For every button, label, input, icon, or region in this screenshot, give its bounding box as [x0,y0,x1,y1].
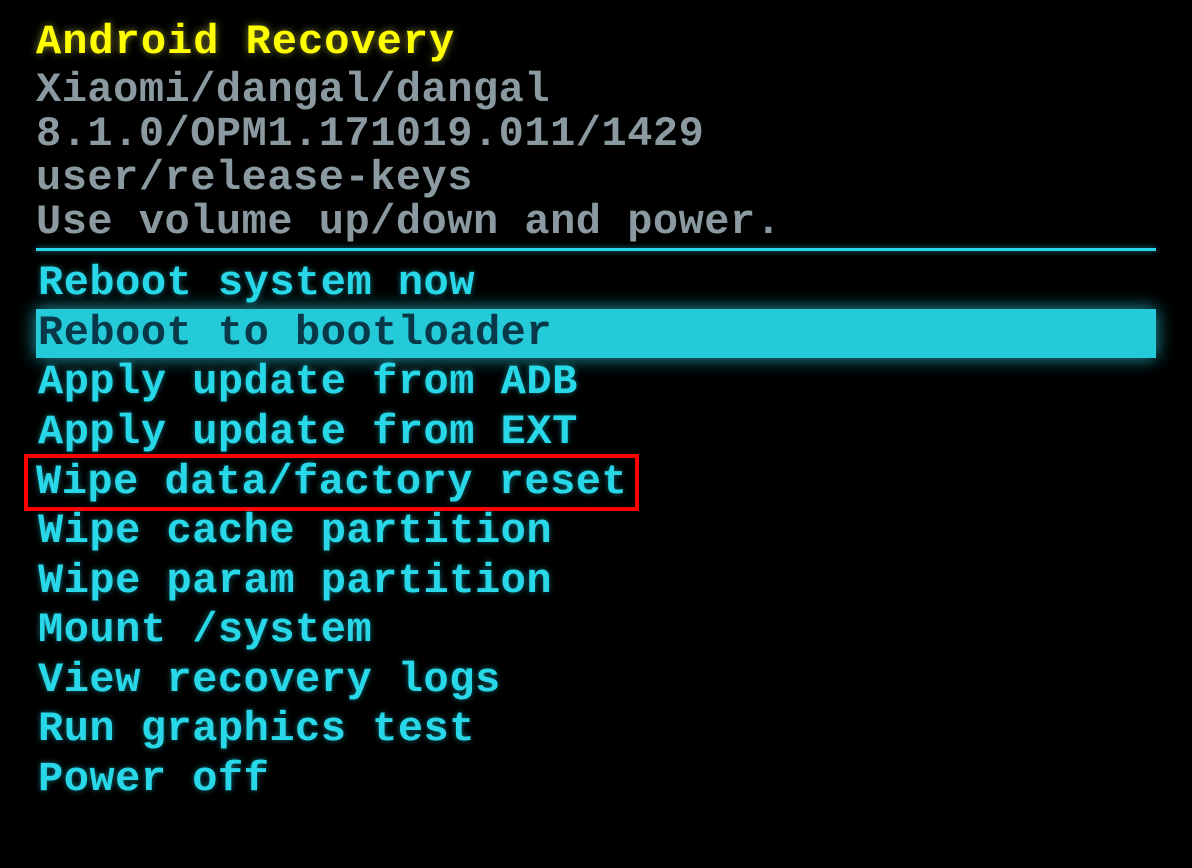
build-info: 8.1.0/OPM1.171019.011/1429 [36,112,1156,156]
instructions: Use volume up/down and power. [36,200,1156,244]
menu-mount-system[interactable]: Mount /system [36,606,1156,656]
menu-graphics-test[interactable]: Run graphics test [36,705,1156,755]
divider [36,248,1156,251]
menu-reboot-system[interactable]: Reboot system now [36,259,1156,309]
menu-wipe-data[interactable]: Wipe data/factory reset [24,454,639,512]
recovery-menu: Reboot system now Reboot to bootloader A… [36,259,1156,804]
menu-reboot-bootloader[interactable]: Reboot to bootloader [36,309,1156,359]
recovery-title: Android Recovery [36,18,1156,66]
menu-view-logs[interactable]: View recovery logs [36,656,1156,706]
menu-power-off[interactable]: Power off [36,755,1156,805]
menu-wipe-cache[interactable]: Wipe cache partition [36,507,1156,557]
keys-info: user/release-keys [36,156,1156,200]
menu-apply-ext[interactable]: Apply update from EXT [36,408,1156,458]
menu-wipe-param[interactable]: Wipe param partition [36,557,1156,607]
device-info: Xiaomi/dangal/dangal [36,68,1156,112]
menu-apply-adb[interactable]: Apply update from ADB [36,358,1156,408]
